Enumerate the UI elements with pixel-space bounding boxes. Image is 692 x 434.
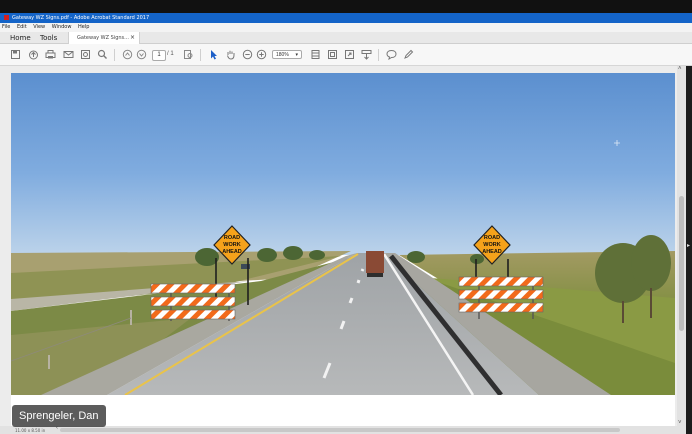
prev-page-icon[interactable] [122, 49, 133, 60]
left-sign-line3: AHEAD [222, 249, 242, 255]
expand-pane-icon[interactable]: ▸ [687, 242, 690, 249]
app-window: Gateway WZ Signs.pdf - Adobe Acrobat Sta… [0, 0, 692, 434]
chevron-down-icon: ▾ [295, 52, 298, 58]
fullscreen-icon[interactable] [344, 49, 355, 60]
page-dimensions: 11.00 x 8.50 in [15, 428, 46, 433]
hand-icon[interactable] [225, 49, 236, 60]
left-barricade [150, 283, 236, 321]
menu-bar: File Edit View Window Help [0, 23, 692, 32]
tab-close-icon[interactable]: × [130, 32, 135, 44]
pdf-page: ROAD WORK AHEAD ROAD WORK AHEAD [11, 73, 675, 429]
vertical-scrollbar[interactable]: ˄ ˅ [677, 66, 686, 434]
zoom-in-icon[interactable] [256, 49, 267, 60]
vertical-scroll-thumb[interactable] [679, 196, 684, 331]
horizontal-scroll-thumb[interactable] [60, 428, 620, 432]
left-sign-line1: ROAD [224, 235, 240, 241]
horizontal-scrollbar[interactable]: ‹ [0, 425, 677, 434]
right-sign-line2: WORK [483, 242, 500, 248]
menu-view[interactable]: View [33, 24, 45, 30]
scroll-up-icon[interactable]: ˄ [678, 66, 682, 72]
menu-window[interactable]: Window [52, 24, 72, 30]
toolbar-divider [200, 49, 201, 61]
rotate-icon[interactable] [327, 49, 338, 60]
scan-icon[interactable] [80, 49, 91, 60]
top-bezel [0, 0, 692, 13]
toolbar-divider [114, 49, 115, 61]
menu-help[interactable]: Help [78, 24, 89, 30]
scroll-down-icon[interactable]: ˅ [678, 420, 682, 426]
save-icon[interactable] [10, 49, 21, 60]
zoom-out-icon[interactable] [242, 49, 253, 60]
pen-icon[interactable] [403, 49, 414, 60]
participant-name-tag: Sprengeler, Dan [12, 405, 106, 427]
tab-bar: Home Tools Gateway WZ Signs... × [0, 32, 692, 44]
stamp-icon[interactable] [361, 49, 372, 60]
right-sign-line1: ROAD [484, 235, 500, 241]
print-icon[interactable] [45, 49, 56, 60]
left-sign-line2: WORK [223, 242, 240, 248]
window-title: Gateway WZ Signs.pdf - Adobe Acrobat Sta… [12, 15, 150, 21]
page-find-icon[interactable] [183, 49, 194, 60]
page-total: / 1 [167, 51, 174, 57]
zoom-value: 180% [276, 52, 289, 58]
toolbar: 1 / 1 180% ▾ [0, 44, 692, 66]
acrobat-icon [4, 15, 9, 20]
next-page-icon[interactable] [136, 49, 147, 60]
page-number-input[interactable]: 1 [152, 50, 166, 61]
zoom-select[interactable]: 180% ▾ [272, 50, 302, 59]
tab-home[interactable]: Home [10, 32, 31, 44]
menu-file[interactable]: File [2, 24, 10, 30]
search-icon[interactable] [97, 49, 108, 60]
upload-icon[interactable] [28, 49, 39, 60]
email-icon[interactable] [63, 49, 74, 60]
toolbar-divider [378, 49, 379, 61]
tab-document[interactable]: Gateway WZ Signs... × [68, 32, 140, 44]
right-edge: ▸ [686, 66, 692, 434]
select-arrow-icon[interactable] [208, 49, 219, 60]
comment-icon[interactable] [386, 49, 397, 60]
right-sign-line3: AHEAD [482, 249, 502, 255]
title-bar: Gateway WZ Signs.pdf - Adobe Acrobat Sta… [0, 13, 692, 23]
menu-edit[interactable]: Edit [17, 24, 27, 30]
tab-tools[interactable]: Tools [40, 32, 57, 44]
tab-document-label: Gateway WZ Signs... [77, 35, 129, 41]
document-area: ROAD WORK AHEAD ROAD WORK AHEAD [0, 66, 692, 434]
road-photo: ROAD WORK AHEAD ROAD WORK AHEAD [11, 73, 675, 395]
fit-page-icon[interactable] [310, 49, 321, 60]
